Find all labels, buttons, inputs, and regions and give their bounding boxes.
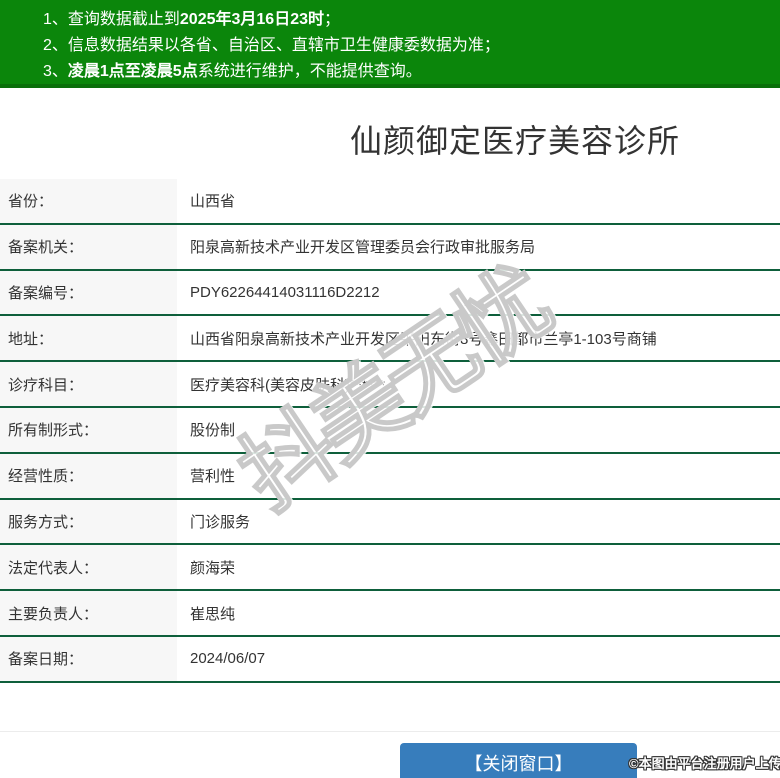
upload-credit-text: ©本图由平台注册用户上传 (629, 756, 780, 771)
row-label: 经营性质： (0, 453, 180, 498)
row-label: 地址： (0, 316, 180, 361)
notice-line-3: 3、凌晨1点至凌晨5点系统进行维护，不能提供查询。 (43, 59, 780, 85)
table-row: 服务方式： 门诊服务 (0, 499, 780, 546)
row-value: 营利性 (190, 468, 236, 486)
row-label: 备案日期： (0, 636, 180, 681)
row-value: 山西省阳泉高新技术产业开发区平阳东街8号鑫田都市兰亭1-103号商铺 (190, 330, 657, 348)
row-label: 主要负责人： (0, 591, 180, 635)
notice-line-1-text: 1、查询数据截止到 (43, 11, 180, 28)
row-value: 颜海荣 (190, 559, 236, 577)
table-row: 主要负责人： 崔思纯 (0, 591, 780, 637)
row-value: 山西省 (190, 193, 236, 211)
table-row: 备案编号： PDY62264414031116D2212 (0, 270, 780, 317)
table-row: 诊疗科目： 医疗美容科(美容皮肤科)****** (0, 362, 780, 408)
notice-line-1-suffix: ； (324, 11, 341, 28)
notice-line-2: 2、信息数据结果以各省、自治区、直辖市卫生健康委数据为准； (43, 33, 780, 59)
notice-line-2-text: 2、信息数据结果以各省、自治区、直辖市卫生健康委数据为准； (43, 37, 500, 54)
page-title: 仙颜御定医疗美容诊所 (349, 123, 680, 159)
row-value: 2024/06/07 (190, 650, 266, 668)
table-row: 经营性质： 营利性 (0, 453, 780, 500)
row-label: 备案机关： (0, 224, 180, 269)
notice-line-3-bold: 凌晨1点至凌晨5点 (67, 63, 198, 80)
row-value: 门诊服务 (190, 513, 251, 531)
close-window-button[interactable]: 【关闭窗口】 (400, 743, 637, 778)
row-label: 省份： (0, 179, 180, 223)
row-value: 股份制 (190, 422, 236, 440)
bottom-divider (0, 731, 780, 732)
notice-line-1: 1、查询数据截止到2025年3月16日23时； (43, 7, 780, 33)
row-value: PDY62264414031116D2212 (190, 283, 380, 301)
row-label: 备案编号： (0, 270, 180, 315)
table-row: 备案机关： 阳泉高新技术产业开发区管理委员会行政审批服务局 (0, 224, 780, 271)
row-label: 所有制形式： (0, 407, 180, 452)
row-label: 诊疗科目： (0, 362, 180, 406)
table-row: 所有制形式： 股份制 (0, 407, 780, 454)
notice-line-3-text: 3、 (43, 63, 68, 80)
notice-line-3-suffix: 系统进行维护，不能提供查询。 (197, 63, 422, 80)
row-label: 服务方式： (0, 499, 180, 544)
table-row: 备案日期： 2024/06/07 (0, 636, 780, 683)
row-value: 医疗美容科(美容皮肤科)****** (190, 376, 386, 394)
record-table: 省份： 山西省 备案机关： 阳泉高新技术产业开发区管理委员会行政审批服务局 备案… (0, 179, 780, 683)
table-row: 法定代表人： 颜海荣 (0, 545, 780, 592)
table-row: 地址： 山西省阳泉高新技术产业开发区平阳东街8号鑫田都市兰亭1-103号商铺 (0, 316, 780, 363)
row-value: 阳泉高新技术产业开发区管理委员会行政审批服务局 (190, 239, 536, 257)
row-value: 崔思纯 (190, 605, 236, 623)
row-label: 法定代表人： (0, 545, 180, 590)
notice-banner: 1、查询数据截止到2025年3月16日23时； 2、信息数据结果以各省、自治区、… (0, 0, 780, 88)
notice-line-1-bold: 2025年3月16日23时 (179, 11, 324, 28)
table-row: 省份： 山西省 (0, 179, 780, 225)
